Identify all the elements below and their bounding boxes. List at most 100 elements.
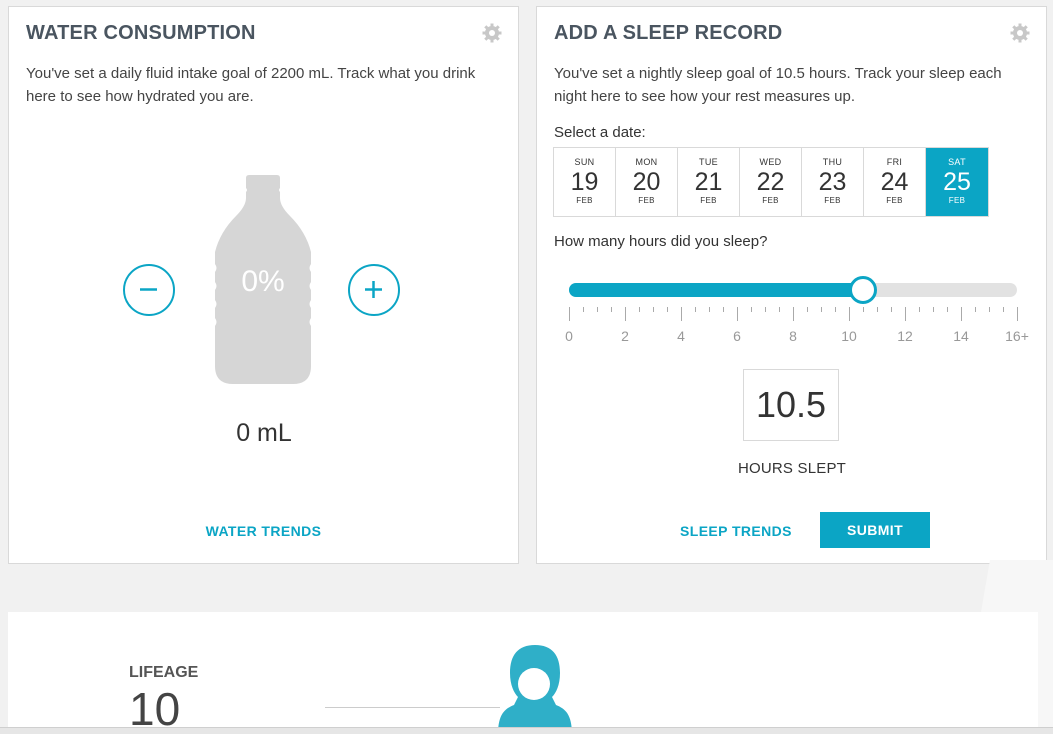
slider-tick xyxy=(779,307,780,312)
date-month: FEB xyxy=(638,196,655,205)
date-option[interactable]: WED 22 FEB xyxy=(740,148,802,216)
date-option[interactable]: THU 23 FEB xyxy=(802,148,864,216)
slider-tick xyxy=(569,307,570,321)
slider-tick xyxy=(1017,307,1018,321)
increase-water-button[interactable] xyxy=(348,264,400,316)
avatar-icon xyxy=(498,645,572,733)
slider-tick xyxy=(751,307,752,312)
date-weekday: SAT xyxy=(948,157,966,167)
slider-tick xyxy=(807,307,808,312)
tick-label: 16+ xyxy=(1005,328,1029,344)
gear-icon[interactable] xyxy=(482,23,502,43)
sleep-description: You've set a nightly sleep goal of 10.5 … xyxy=(554,65,1002,105)
water-trends-link[interactable]: WATER TRENDS xyxy=(9,523,518,539)
sleep-trends-link[interactable]: SLEEP TRENDS xyxy=(680,523,792,539)
slider-tick xyxy=(793,307,794,321)
slider-tick-labels: 0 2 4 6 8 10 12 14 16+ xyxy=(565,328,1029,344)
hours-question: How many hours did you sleep? xyxy=(554,233,768,250)
slider-tick xyxy=(681,307,682,321)
lifeage-connector xyxy=(325,707,500,708)
date-weekday: SUN xyxy=(574,157,595,167)
slider-tick xyxy=(891,307,892,312)
slider-tick xyxy=(653,307,654,312)
gear-icon[interactable] xyxy=(1010,23,1030,43)
slider-tick xyxy=(961,307,962,321)
date-picker: SUN 19 FEB MON 20 FEB TUE 21 FEB WED 22 … xyxy=(553,147,989,217)
water-description: You've set a daily fluid intake goal of … xyxy=(26,65,476,105)
slider-tick xyxy=(723,307,724,312)
sleep-card-title: ADD A SLEEP RECORD xyxy=(554,22,783,44)
date-option[interactable]: SUN 19 FEB xyxy=(554,148,616,216)
slider-tick xyxy=(975,307,976,312)
date-month: FEB xyxy=(886,196,903,205)
sleep-hours-slider[interactable] xyxy=(569,276,1017,304)
slider-tick xyxy=(877,307,878,312)
plus-icon xyxy=(365,281,382,298)
date-weekday: TUE xyxy=(699,157,718,167)
date-month: FEB xyxy=(824,196,841,205)
tick-label: 0 xyxy=(565,328,573,344)
slider-tick xyxy=(583,307,584,312)
tick-label: 12 xyxy=(897,328,913,344)
date-month: FEB xyxy=(762,196,779,205)
lifeage-label: LIFEAGE xyxy=(129,664,199,681)
date-weekday: THU xyxy=(822,157,843,167)
date-option-selected[interactable]: SAT 25 FEB xyxy=(926,148,988,216)
slider-tick xyxy=(947,307,948,312)
date-day: 24 xyxy=(880,168,909,196)
tick-label: 10 xyxy=(841,328,857,344)
submit-button[interactable]: SUBMIT xyxy=(820,512,930,548)
date-month: FEB xyxy=(700,196,717,205)
sleep-record-card: ADD A SLEEP RECORD You've set a nightly … xyxy=(536,6,1047,564)
tick-label: 6 xyxy=(733,328,741,344)
slider-tick xyxy=(1003,307,1004,312)
date-day: 20 xyxy=(632,168,661,196)
slider-tick xyxy=(821,307,822,312)
date-weekday: FRI xyxy=(886,157,903,167)
slider-tick xyxy=(765,307,766,312)
slider-tick xyxy=(639,307,640,312)
slider-tick xyxy=(709,307,710,312)
water-card-title: WATER CONSUMPTION xyxy=(26,22,256,44)
tick-label: 8 xyxy=(789,328,797,344)
date-day: 23 xyxy=(818,168,847,196)
water-amount: 0 mL xyxy=(236,419,292,447)
date-day: 21 xyxy=(694,168,723,196)
slider-fill xyxy=(569,283,863,297)
water-consumption-card: WATER CONSUMPTION You've set a daily flu… xyxy=(8,6,519,564)
slider-tick xyxy=(737,307,738,321)
date-weekday: WED xyxy=(759,157,782,167)
date-month: FEB xyxy=(576,196,593,205)
lifeage-panel: LIFEAGE 10 xyxy=(8,612,1038,733)
date-day: 22 xyxy=(756,168,785,196)
date-option[interactable]: FRI 24 FEB xyxy=(864,148,926,216)
slider-tick xyxy=(835,307,836,312)
slider-tick xyxy=(849,307,850,321)
slider-ticks xyxy=(569,307,1018,323)
slider-tick xyxy=(933,307,934,312)
slider-tick xyxy=(989,307,990,312)
date-weekday: MON xyxy=(635,157,658,167)
hours-slept-value: 10.5 xyxy=(743,369,839,441)
slider-tick xyxy=(863,307,864,312)
date-day: 25 xyxy=(943,168,971,196)
slider-tick xyxy=(611,307,612,312)
water-percent: 0% xyxy=(241,265,285,298)
lifeage-value: 10 xyxy=(129,683,181,733)
tick-label: 2 xyxy=(621,328,629,344)
date-day: 19 xyxy=(570,168,599,196)
minus-icon xyxy=(140,288,157,291)
slider-tick xyxy=(695,307,696,312)
decrease-water-button[interactable] xyxy=(123,264,175,316)
hours-slept-caption: HOURS SLEPT xyxy=(737,460,847,477)
tick-label: 14 xyxy=(953,328,969,344)
tick-label: 4 xyxy=(677,328,685,344)
date-label: Select a date: xyxy=(554,124,646,141)
slider-tick xyxy=(919,307,920,312)
slider-tick xyxy=(667,307,668,312)
date-month: FEB xyxy=(948,196,966,205)
date-option[interactable]: MON 20 FEB xyxy=(616,148,678,216)
date-option[interactable]: TUE 21 FEB xyxy=(678,148,740,216)
slider-tick xyxy=(597,307,598,312)
slider-thumb[interactable] xyxy=(849,276,877,304)
